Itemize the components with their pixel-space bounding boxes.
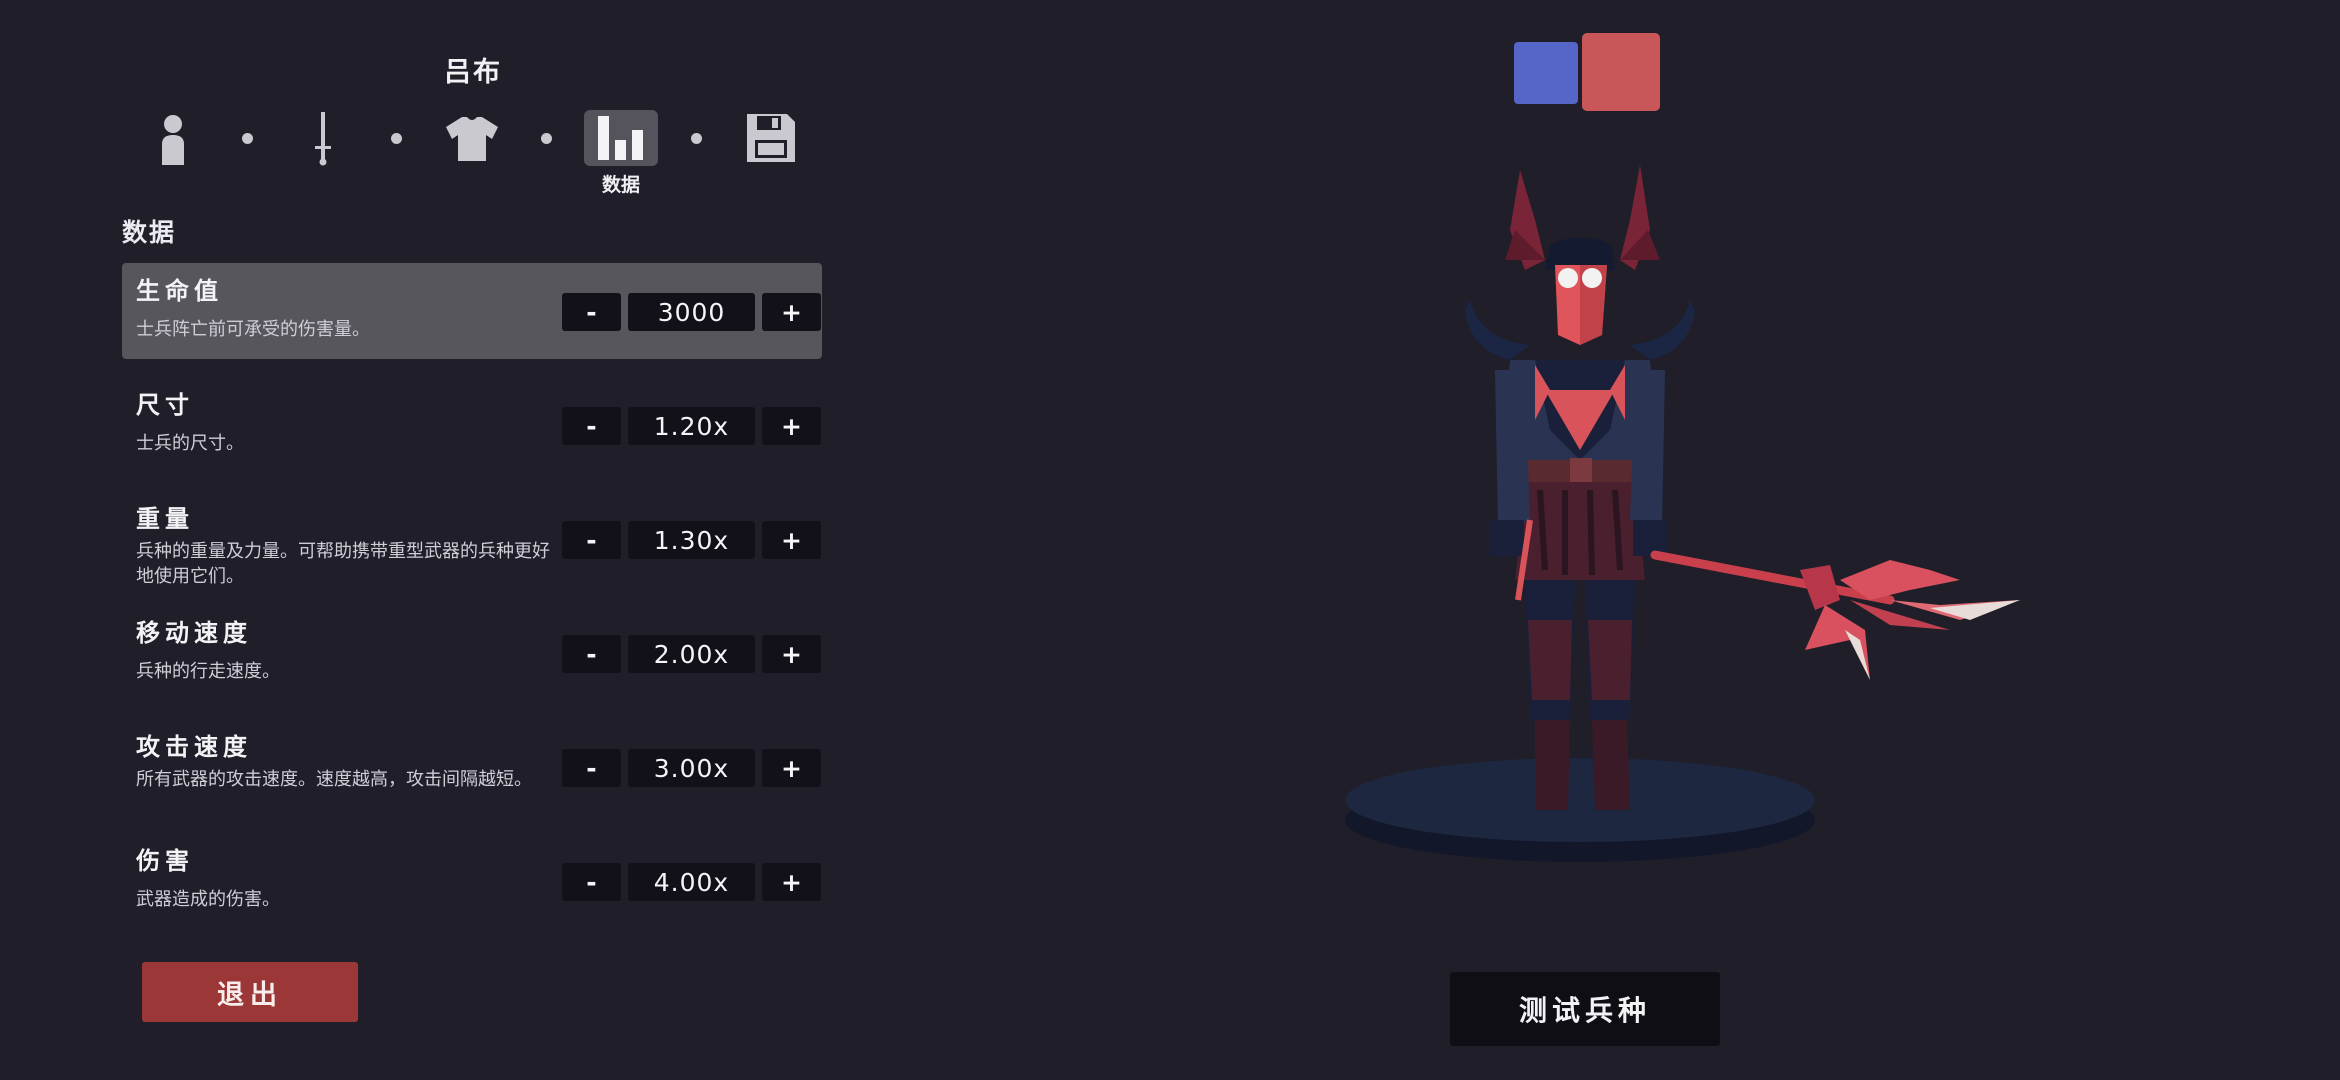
exit-button[interactable]: 退出: [142, 962, 358, 1022]
body-icon: [162, 115, 184, 165]
sword-icon: [315, 112, 331, 166]
decrease-button[interactable]: -: [562, 293, 621, 331]
stat-row-damage[interactable]: 伤害 武器造成的伤害。 - 4.00x +: [122, 833, 822, 929]
increase-button[interactable]: +: [762, 635, 821, 673]
step-body[interactable]: [136, 110, 210, 166]
stat-description: 武器造成的伤害。: [136, 889, 280, 910]
stats-icon: [598, 116, 643, 160]
stat-name: 攻击速度: [136, 733, 252, 761]
stat-name: 重量: [136, 505, 194, 533]
section-title: 数据: [122, 218, 177, 247]
shirt-icon: [446, 117, 498, 161]
stat-name: 生命值: [136, 277, 223, 305]
step-stats-label: 数据: [601, 174, 640, 196]
step-clothing[interactable]: [435, 110, 509, 166]
stat-description: 兵种的行走速度。: [136, 661, 280, 682]
stat-row-weight[interactable]: 重量 兵种的重量及力量。可帮助携带重型武器的兵种更好地使用它们。 - 1.30x…: [122, 491, 822, 587]
step-stats[interactable]: [584, 110, 658, 166]
unit-preview[interactable]: [1330, 160, 2050, 900]
stat-value: 3000: [628, 293, 755, 331]
increase-button[interactable]: +: [762, 293, 821, 331]
save-icon: [747, 114, 795, 162]
step-separator-dot: [691, 133, 702, 144]
increase-button[interactable]: +: [762, 407, 821, 445]
stat-description: 所有武器的攻击速度。速度越高，攻击间隔越短。: [136, 769, 532, 790]
unit-name: 吕布: [444, 57, 502, 88]
stat-name: 移动速度: [136, 619, 252, 647]
increase-button[interactable]: +: [762, 863, 821, 901]
stat-value: 4.00x: [628, 863, 755, 901]
step-separator-dot: [391, 133, 402, 144]
step-weapon[interactable]: [286, 110, 360, 166]
stat-description: 士兵的尺寸。: [136, 433, 244, 454]
stat-row-size[interactable]: 尺寸 士兵的尺寸。 - 1.20x +: [122, 377, 822, 473]
stat-name: 尺寸: [136, 391, 194, 419]
stat-description: 兵种的重量及力量。可帮助携带重型武器的兵种更好地使用它们。: [136, 541, 550, 587]
team-blue-button[interactable]: [1514, 42, 1578, 104]
decrease-button[interactable]: -: [562, 407, 621, 445]
stat-name: 伤害: [136, 847, 194, 875]
step-separator-dot: [541, 133, 552, 144]
stat-value: 1.30x: [628, 521, 755, 559]
increase-button[interactable]: +: [762, 749, 821, 787]
stat-row-health[interactable]: 生命值 士兵阵亡前可承受的伤害量。 - 3000 +: [122, 263, 822, 359]
step-save[interactable]: [734, 110, 808, 166]
stat-row-move-speed[interactable]: 移动速度 兵种的行走速度。 - 2.00x +: [122, 605, 822, 701]
stat-value: 2.00x: [628, 635, 755, 673]
stat-value: 3.00x: [628, 749, 755, 787]
step-separator-dot: [242, 133, 253, 144]
decrease-button[interactable]: -: [562, 749, 621, 787]
warrior-figure: [1465, 165, 1695, 810]
stat-value: 1.20x: [628, 407, 755, 445]
decrease-button[interactable]: -: [562, 863, 621, 901]
team-red-button[interactable]: [1582, 33, 1660, 111]
halberd-weapon: [1650, 550, 2020, 680]
increase-button[interactable]: +: [762, 521, 821, 559]
test-unit-button[interactable]: 测试兵种: [1450, 972, 1720, 1046]
pedestal-top: [1345, 758, 1815, 842]
decrease-button[interactable]: -: [562, 521, 621, 559]
stat-description: 士兵阵亡前可承受的伤害量。: [136, 319, 370, 340]
stat-row-attack-speed[interactable]: 攻击速度 所有武器的攻击速度。速度越高，攻击间隔越短。 - 3.00x +: [122, 719, 822, 815]
decrease-button[interactable]: -: [562, 635, 621, 673]
